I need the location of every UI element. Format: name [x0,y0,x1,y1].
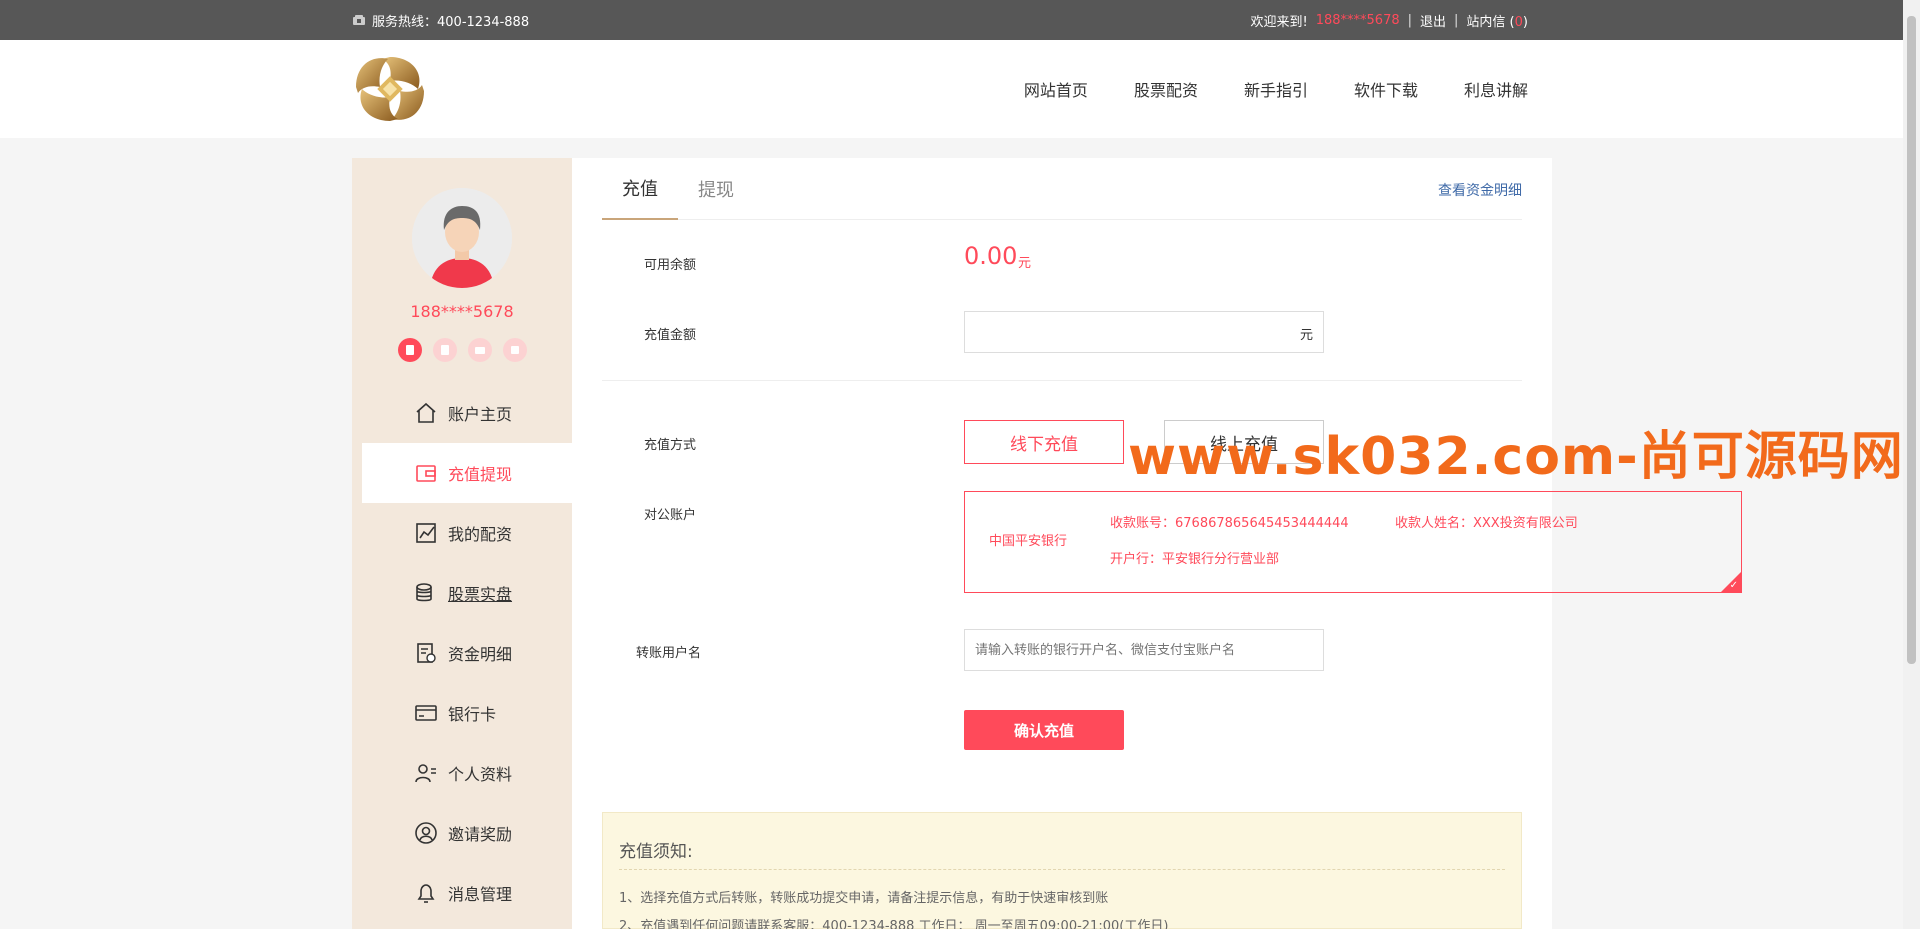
sidebar-item-my-financing[interactable]: 我的配资 [362,503,572,563]
notice-item: 1、选择充值方式后转账，转账成功提交申请，请备注提示信息，有助于快速审核到账 [619,891,1109,906]
nav-interest[interactable]: 利息讲解 [1464,77,1528,101]
balance-unit: 元 [1018,256,1032,271]
sidebar-username: 188****5678 [410,302,514,321]
main-area: 188****5678 账户主页 充值提现 我的配资 股票实盘 资金明细 银行卡… [352,158,1742,929]
sidebar-item-label: 资金明细 [448,645,513,664]
content-panel: 充值 提现 查看资金明细 可用余额 0.00 元 充值金额 元 充值方式 线下充… [572,158,1742,929]
tab-recharge[interactable]: 充值 [602,158,678,220]
phone-icon [353,15,365,25]
transfer-name-wrapper [964,629,1324,671]
sidebar-item-label: 充值提现 [448,465,513,484]
home-icon [414,401,438,425]
tab-bar: 充值 提现 [602,158,1522,220]
sidebar-item-messages[interactable]: 消息管理 [362,863,572,923]
nav-software-download[interactable]: 软件下载 [1354,77,1418,101]
avatar-icon [412,188,512,288]
user-circle-icon [414,821,438,845]
tab-withdraw[interactable]: 提现 [678,158,754,220]
sidebar-item-recharge-withdraw[interactable]: 充值提现 [362,443,572,503]
ledger-icon [414,641,438,665]
page-scrollbar[interactable] [1903,0,1920,929]
sidebar-item-account-home[interactable]: 账户主页 [362,383,572,443]
sidebar-menu: 账户主页 充值提现 我的配资 股票实盘 资金明细 银行卡 个人资料 邀请奖励 消… [362,383,572,923]
sidebar-item-label: 邀请奖励 [448,825,513,844]
separator: | [1454,12,1459,28]
card-icon [414,701,438,725]
bank-branch: 开户行：平安银行分行营业部 [1110,552,1280,567]
confirm-recharge-button[interactable]: 确认充值 [964,710,1124,750]
sidebar-item-label: 我的配资 [448,525,513,544]
bankcard-icon[interactable] [467,338,492,362]
chart-icon [414,521,438,545]
avatar[interactable] [412,188,512,288]
watermark-text: www.sk032.com-尚可源码网 [1128,427,1904,487]
scrollbar-thumb[interactable] [1907,16,1916,664]
transfer-name-input[interactable] [965,630,1323,670]
amount-field-wrapper: 元 [964,311,1324,353]
sidebar-item-label: 账户主页 [448,405,513,424]
amount-input[interactable] [965,312,1323,352]
site-logo[interactable] [352,53,428,125]
view-fund-details-link[interactable]: 查看资金明细 [1438,180,1522,200]
method-label: 充值方式 [644,438,697,453]
sidebar: 188****5678 账户主页 充值提现 我的配资 股票实盘 资金明细 银行卡… [352,158,572,929]
coins-icon [414,581,438,605]
sidebar-item-label: 股票实盘 [448,585,513,604]
corporate-account-label: 对公账户 [644,508,697,523]
notice-item: 2、充值遇到任何问题请联系客服：400-1234-888 工作日： 周一至周五0… [619,919,1169,929]
check-icon: ✓ [1729,580,1738,591]
hotline: 服务热线：400-1234-888 [352,11,529,30]
nav-home[interactable]: 网站首页 [1024,77,1088,101]
password-lock-icon[interactable] [502,338,527,362]
main-nav: 网站首页 股票配资 新手指引 软件下载 利息讲解 [1024,77,1528,101]
amount-label: 充值金额 [644,328,697,343]
messages-label: 站内信 ( [1466,14,1515,30]
bell-icon [414,881,438,905]
sidebar-item-bank-card[interactable]: 银行卡 [362,683,572,743]
messages-link[interactable]: 站内信 (0) [1466,11,1528,30]
sidebar-item-label: 银行卡 [448,705,497,724]
divider [602,380,1522,381]
account-number: 收款账号：676867865645453444444 [1110,516,1349,531]
profile-icon [414,761,438,785]
nav-guide[interactable]: 新手指引 [1244,77,1308,101]
header: 网站首页 股票配资 新手指引 软件下载 利息讲解 [0,40,1920,138]
sidebar-item-fund-details[interactable]: 资金明细 [362,623,572,683]
sidebar-item-label: 个人资料 [448,765,513,784]
notice-divider [619,869,1505,870]
top-username[interactable]: 188****5678 [1316,13,1400,28]
top-bar: 服务热线：400-1234-888 欢迎来到! 188****5678 | 退出… [0,0,1920,40]
nav-stock-financing[interactable]: 股票配资 [1134,77,1198,101]
separator: | [1407,12,1413,28]
phone-verified-icon[interactable] [397,338,422,362]
logout-link[interactable]: 退出 [1420,11,1446,30]
balance-label: 可用余额 [644,258,697,273]
sidebar-item-label: 消息管理 [448,885,513,904]
messages-count: 0 [1514,14,1523,30]
sidebar-item-invite-rewards[interactable]: 邀请奖励 [362,803,572,863]
verification-badges [352,338,572,362]
hotline-text: 服务热线：400-1234-888 [372,14,530,30]
identity-icon[interactable] [432,338,457,362]
payee-name: 收款人姓名：XXX投资有限公司 [1395,516,1578,531]
amount-unit: 元 [1299,328,1313,343]
corporate-account-card[interactable]: 中国平安银行 收款账号：676867865645453444444 收款人姓名：… [964,491,1742,593]
messages-suffix: ) [1522,14,1528,30]
sidebar-item-profile[interactable]: 个人资料 [362,743,572,803]
notice-title: 充值须知: [619,842,693,862]
wallet-icon [414,461,438,485]
offline-recharge-button[interactable]: 线下充值 [964,420,1124,464]
transfer-name-label: 转账用户名 [636,646,702,661]
welcome-text: 欢迎来到! [1250,14,1308,30]
recharge-notice: 充值须知: 1、选择充值方式后转账，转账成功提交申请，请备注提示信息，有助于快速… [602,812,1522,929]
sidebar-item-stock-live[interactable]: 股票实盘 [362,563,572,623]
bank-name: 中国平安银行 [989,534,1068,549]
balance-value: 0.00 [964,242,1018,270]
